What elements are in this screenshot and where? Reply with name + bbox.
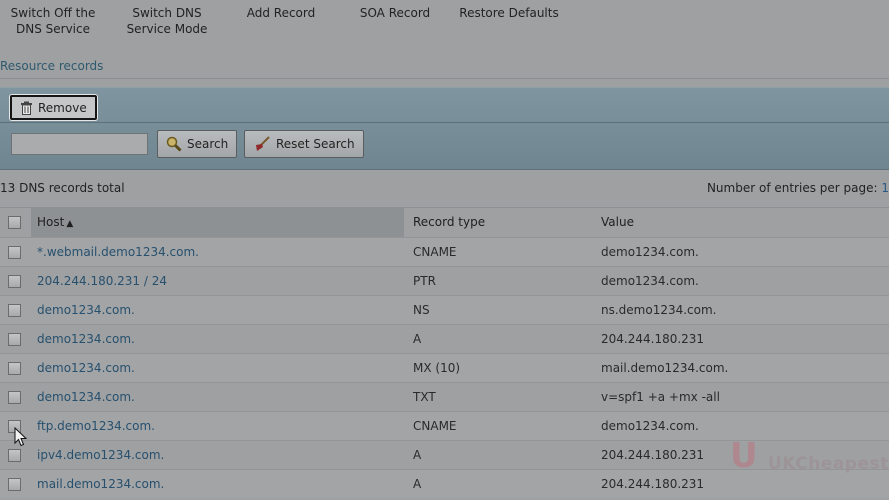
add-record-label: Add Record bbox=[246, 6, 316, 20]
entries-per-page-link[interactable]: 1 bbox=[881, 181, 889, 195]
value-cell: mail.demo1234.com. bbox=[601, 361, 729, 375]
entries-per-page: Number of entries per page: 1 bbox=[707, 181, 889, 195]
value-cell: demo1234.com. bbox=[601, 274, 699, 288]
host-column-header[interactable]: Host ▲ bbox=[37, 215, 73, 229]
reset-search-button[interactable]: Reset Search bbox=[244, 130, 364, 158]
search-button[interactable]: Search bbox=[157, 130, 238, 158]
row-checkbox[interactable] bbox=[8, 478, 21, 491]
table-row: *.webmail.demo1234.com. CNAME demo1234.c… bbox=[0, 237, 889, 266]
table-row: demo1234.com. A 204.244.180.231 bbox=[0, 324, 889, 353]
select-all-checkbox[interactable] bbox=[8, 216, 21, 229]
section-divider bbox=[0, 78, 889, 79]
record-type-cell: A bbox=[413, 332, 422, 346]
record-type-cell: TXT bbox=[413, 390, 436, 404]
host-column-sorted-bg bbox=[31, 208, 404, 237]
table-header: Host ▲ Record type Value bbox=[0, 208, 889, 237]
remove-label: Remove bbox=[38, 100, 87, 115]
watermark-mark-icon: ᑌ bbox=[730, 436, 758, 476]
value-cell: demo1234.com. bbox=[601, 419, 699, 433]
row-checkbox[interactable] bbox=[8, 275, 21, 288]
record-type-cell: PTR bbox=[413, 274, 436, 288]
watermark-text: UKCheapest bbox=[768, 454, 889, 474]
host-link[interactable]: *.webmail.demo1234.com. bbox=[37, 245, 199, 259]
host-link[interactable]: demo1234.com. bbox=[37, 303, 135, 317]
record-type-cell: NS bbox=[413, 303, 430, 317]
value-cell: v=spf1 +a +mx -all bbox=[601, 390, 720, 404]
row-checkbox[interactable] bbox=[8, 304, 21, 317]
restore-defaults-button[interactable]: Restore Defaults bbox=[457, 5, 561, 21]
switch-off-dns-button[interactable]: Switch Off the DNS Service bbox=[8, 5, 98, 37]
row-checkbox[interactable] bbox=[8, 333, 21, 346]
value-cell: 204.244.180.231 bbox=[601, 332, 705, 346]
host-link[interactable]: mail.demo1234.com. bbox=[37, 477, 164, 491]
value-cell: 204.244.180.231 bbox=[601, 477, 705, 491]
table-row: demo1234.com. MX (10) mail.demo1234.com. bbox=[0, 353, 889, 382]
value-cell: 204.244.180.231 bbox=[601, 448, 705, 462]
switch-off-label-line1: Switch Off the bbox=[10, 6, 96, 20]
sort-ascending-icon: ▲ bbox=[66, 219, 74, 229]
trash-icon bbox=[21, 101, 32, 115]
dns-toolbar: Switch Off the DNS Service Switch DNS Se… bbox=[0, 0, 889, 52]
row-checkbox[interactable] bbox=[8, 246, 21, 259]
host-link[interactable]: demo1234.com. bbox=[37, 332, 135, 346]
soa-record-button[interactable]: SOA Record bbox=[358, 5, 432, 21]
remove-button[interactable]: Remove bbox=[10, 95, 97, 120]
switch-off-label-line2: DNS Service bbox=[16, 22, 90, 36]
table-row: 204.244.180.231 / 24 PTR demo1234.com. bbox=[0, 266, 889, 295]
record-type-column-header[interactable]: Record type bbox=[413, 215, 485, 229]
row-checkbox[interactable] bbox=[8, 362, 21, 375]
mouse-pointer-icon bbox=[14, 427, 28, 447]
add-record-button[interactable]: Add Record bbox=[243, 5, 319, 21]
host-link[interactable]: 204.244.180.231 / 24 bbox=[37, 274, 167, 288]
row-checkbox[interactable] bbox=[8, 449, 21, 462]
row-checkbox[interactable] bbox=[8, 391, 21, 404]
table-row: demo1234.com. TXT v=spf1 +a +mx -all bbox=[0, 382, 889, 411]
reset-search-label: Reset Search bbox=[276, 137, 355, 151]
magnifier-icon bbox=[166, 136, 182, 152]
host-link[interactable]: demo1234.com. bbox=[37, 390, 135, 404]
restore-defaults-label: Restore Defaults bbox=[459, 6, 559, 20]
value-cell: ns.demo1234.com. bbox=[601, 303, 717, 317]
section-title: Resource records bbox=[0, 59, 104, 73]
records-total: 13 DNS records total bbox=[0, 181, 125, 195]
action-panel: Remove Search Reset Search bbox=[0, 87, 889, 170]
entries-per-page-label: Number of entries per page: bbox=[706, 181, 878, 195]
panel-divider bbox=[0, 122, 889, 123]
host-link[interactable]: ipv4.demo1234.com. bbox=[37, 448, 164, 462]
record-type-cell: A bbox=[413, 477, 422, 491]
record-type-cell: A bbox=[413, 448, 422, 462]
host-link[interactable]: demo1234.com. bbox=[37, 361, 135, 375]
record-type-cell: MX (10) bbox=[413, 361, 461, 375]
broom-icon bbox=[256, 136, 270, 151]
host-link[interactable]: ftp.demo1234.com. bbox=[37, 419, 155, 433]
host-column-label: Host bbox=[37, 215, 65, 229]
soa-record-label: SOA Record bbox=[359, 6, 431, 20]
value-cell: demo1234.com. bbox=[601, 245, 699, 259]
search-input[interactable] bbox=[11, 133, 148, 155]
record-type-cell: CNAME bbox=[413, 245, 457, 259]
switch-mode-label-line1: Switch DNS bbox=[132, 6, 202, 20]
search-label: Search bbox=[187, 137, 229, 151]
switch-mode-label-line2: Service Mode bbox=[126, 22, 208, 36]
table-row: demo1234.com. NS ns.demo1234.com. bbox=[0, 295, 889, 324]
value-column-header[interactable]: Value bbox=[601, 215, 634, 229]
record-type-cell: CNAME bbox=[413, 419, 457, 433]
switch-dns-mode-button[interactable]: Switch DNS Service Mode bbox=[122, 5, 212, 37]
